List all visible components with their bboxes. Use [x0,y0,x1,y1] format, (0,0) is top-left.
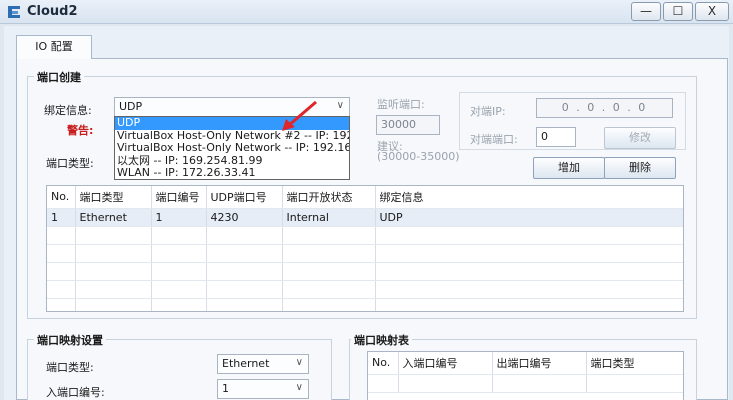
modify-button[interactable]: 修改 [604,127,676,149]
dropdown-option[interactable]: 以太网 -- IP: 169.254.81.99 [115,155,349,168]
delete-button[interactable]: 删除 [604,157,676,179]
in-port-value: 1 [222,382,229,395]
table-row[interactable]: 1 Ethernet 1 4230 Internal UDP [47,208,683,227]
table-cell: UDP [375,208,683,227]
chevron-down-icon: ∨ [295,357,303,368]
red-arrow-annotation [282,100,317,131]
table-cell: 4230 [206,208,283,227]
table-cell: 1 [151,208,207,227]
window-title: Cloud2 [27,4,78,19]
mapping-port-type-select[interactable]: Ethernet ∨ [217,354,309,374]
peer-port-field[interactable]: 0 [536,127,576,147]
in-port-label: 入端口编号: [46,386,105,399]
column-header[interactable]: 端口类型 [75,186,152,209]
mapping-table[interactable]: No. 入端口编号 出端口编号 端口类型 [367,351,684,400]
peer-ip-label: 对端IP: [470,105,506,118]
listen-port-label: 监听端口: [377,98,425,111]
column-header[interactable]: 绑定信息 [375,186,683,209]
port-type-label: 端口类型: [46,157,94,170]
table-header-row: No. 入端口编号 出端口编号 端口类型 [368,352,683,375]
table-row[interactable] [47,298,683,311]
table-cell: 1 [47,208,76,227]
table-row[interactable] [47,262,683,281]
minimize-button[interactable]: — [631,2,661,21]
table-cell: Ethernet [75,208,152,227]
mapping-port-type-label: 端口类型: [46,361,94,374]
dropdown-option[interactable]: WLAN -- IP: 172.26.33.41 [115,167,349,180]
maximize-button[interactable]: ☐ [663,2,693,21]
table-row[interactable] [47,244,683,263]
title-bar[interactable]: Cloud2 — ☐ X [0,0,733,24]
port-create-title: 端口创建 [34,69,84,85]
peer-port-label: 对端端口: [470,133,518,146]
warning-label: 警告: [67,124,94,137]
table-row[interactable] [368,374,683,393]
column-header[interactable]: UDP端口号 [206,186,283,209]
column-header[interactable]: 出端口编号 [492,352,587,375]
port-mapping-table-title: 端口映射表 [351,332,412,348]
suggest-range: (30000-35000) [377,150,460,163]
column-header[interactable]: 端口开放状态 [282,186,376,209]
cloud-icon [8,6,20,18]
table-row[interactable] [47,280,683,299]
port-table[interactable]: No. 端口类型 端口编号 UDP端口号 端口开放状态 绑定信息 1 Ether… [46,185,684,312]
column-header[interactable]: 入端口编号 [398,352,493,375]
table-header-row: No. 端口类型 端口编号 UDP端口号 端口开放状态 绑定信息 [47,186,683,209]
table-row[interactable] [47,226,683,245]
mapping-port-type-value: Ethernet [222,357,270,370]
column-header[interactable]: 端口类型 [586,352,683,375]
close-button[interactable]: X [695,2,729,21]
column-header[interactable]: No. [47,186,76,209]
port-mapping-settings-title: 端口映射设置 [34,332,106,348]
in-port-select[interactable]: 1 ∨ [217,379,309,399]
column-header[interactable]: No. [368,352,399,375]
listen-port-field[interactable]: 30000 [376,115,440,135]
table-cell: Internal [282,208,376,227]
tab-io-config[interactable]: IO 配置 [16,35,92,59]
column-header[interactable]: 端口编号 [151,186,207,209]
binding-select-value: UDP [119,100,143,113]
chevron-down-icon: ∨ [336,100,344,111]
peer-ip-field[interactable]: 0 . 0 . 0 . 0 [536,98,673,118]
add-button[interactable]: 增加 [533,157,605,179]
binding-label: 绑定信息: [44,104,92,117]
dropdown-option[interactable]: VirtualBox Host-Only Network -- IP: 192.… [115,142,349,155]
chevron-down-icon: ∨ [295,382,303,393]
